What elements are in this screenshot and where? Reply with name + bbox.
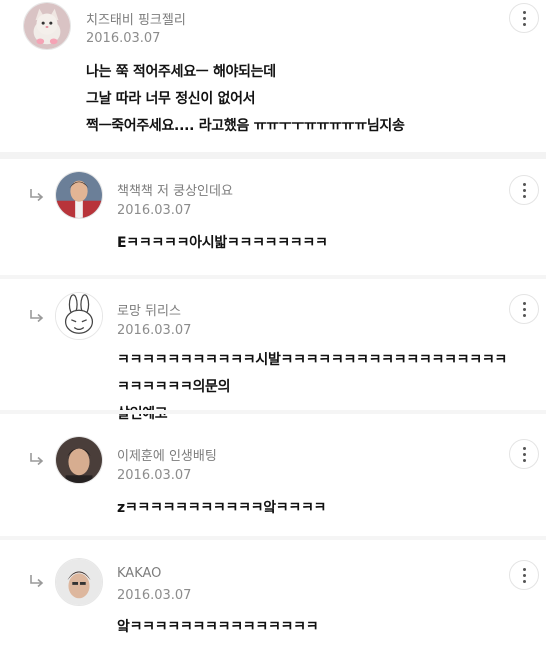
more-options-button[interactable] — [509, 439, 539, 469]
comment-text: 앜ㅋㅋㅋㅋㅋㅋㅋㅋㅋㅋㅋㅋㅋㅋㅋ — [117, 619, 319, 635]
reply-item: 이제훈에 인생배팅 2016.03.07 zㅋㅋㅋㅋㅋㅋㅋㅋㅋㅋㅋ앜ㅋㅋㅋㅋ — [0, 414, 546, 532]
person-avatar-image — [56, 172, 102, 218]
more-vertical-icon — [522, 566, 526, 584]
avatar[interactable] — [55, 436, 103, 484]
comment-text: Eㅋㅋㅋㅋㅋ아시밟ㅋㅋㅋㅋㅋㅋㅋㅋ — [117, 235, 328, 251]
avatar[interactable] — [55, 171, 103, 219]
more-vertical-icon — [522, 181, 526, 199]
reply-arrow-icon — [30, 189, 44, 202]
comment-text: zㅋㅋㅋㅋㅋㅋㅋㅋㅋㅋㅋ앜ㅋㅋㅋㅋ — [117, 500, 327, 516]
comment-date: 2016.03.07 — [86, 31, 161, 46]
more-vertical-icon — [522, 445, 526, 463]
comment-date: 2016.03.07 — [117, 588, 192, 603]
person-avatar-image — [56, 437, 102, 483]
comment-date: 2016.03.07 — [117, 203, 192, 218]
comment-author[interactable]: 치즈태비 핑크젤리 — [86, 9, 186, 28]
reply-arrow-icon — [30, 575, 44, 588]
more-options-button[interactable] — [509, 175, 539, 205]
avatar[interactable] — [23, 2, 71, 50]
cat-avatar-image — [24, 3, 70, 49]
comment-date: 2016.03.07 — [117, 468, 192, 483]
comment-text: 나는 쭉 적어주세요ㅡ 해야되는데 그날 따라 너무 정신이 없어서 쩍ㅡ죽어주… — [86, 64, 405, 134]
divider — [0, 152, 546, 159]
reply-item: KAKAO 2016.03.07 앜ㅋㅋㅋㅋㅋㅋㅋㅋㅋㅋㅋㅋㅋㅋㅋ — [0, 540, 546, 650]
more-options-button[interactable] — [509, 294, 539, 324]
avatar[interactable] — [55, 292, 103, 340]
rabbit-avatar-image — [56, 293, 102, 339]
comment-date: 2016.03.07 — [117, 323, 192, 338]
reply-arrow-icon — [30, 310, 44, 323]
comment-item: 치즈태비 핑크젤리 2016.03.07 나는 쭉 적어주세요ㅡ 해야되는데 그… — [0, 0, 546, 152]
avatar[interactable] — [55, 558, 103, 606]
more-vertical-icon — [522, 9, 526, 27]
more-vertical-icon — [522, 300, 526, 318]
more-options-button[interactable] — [509, 560, 539, 590]
comment-author[interactable]: 책책책 저 쿵상인데요 — [117, 180, 233, 199]
reply-item: 책책책 저 쿵상인데요 2016.03.07 Eㅋㅋㅋㅋㅋ아시밟ㅋㅋㅋㅋㅋㅋㅋㅋ — [0, 159, 546, 264]
person-avatar-image — [56, 559, 102, 605]
reply-arrow-icon — [30, 453, 44, 466]
comment-author[interactable]: 로망 뒤리스 — [117, 300, 181, 319]
comment-author[interactable]: 이제훈에 인생배팅 — [117, 445, 217, 464]
reply-item: 로망 뒤리스 2016.03.07 ㅋㅋㅋㅋㅋㅋㅋㅋㅋㅋㅋ시발ㅋㅋㅋㅋㅋㅋㅋㅋㅋ… — [0, 279, 546, 422]
comment-author[interactable]: KAKAO — [117, 566, 161, 581]
more-options-button[interactable] — [509, 3, 539, 33]
